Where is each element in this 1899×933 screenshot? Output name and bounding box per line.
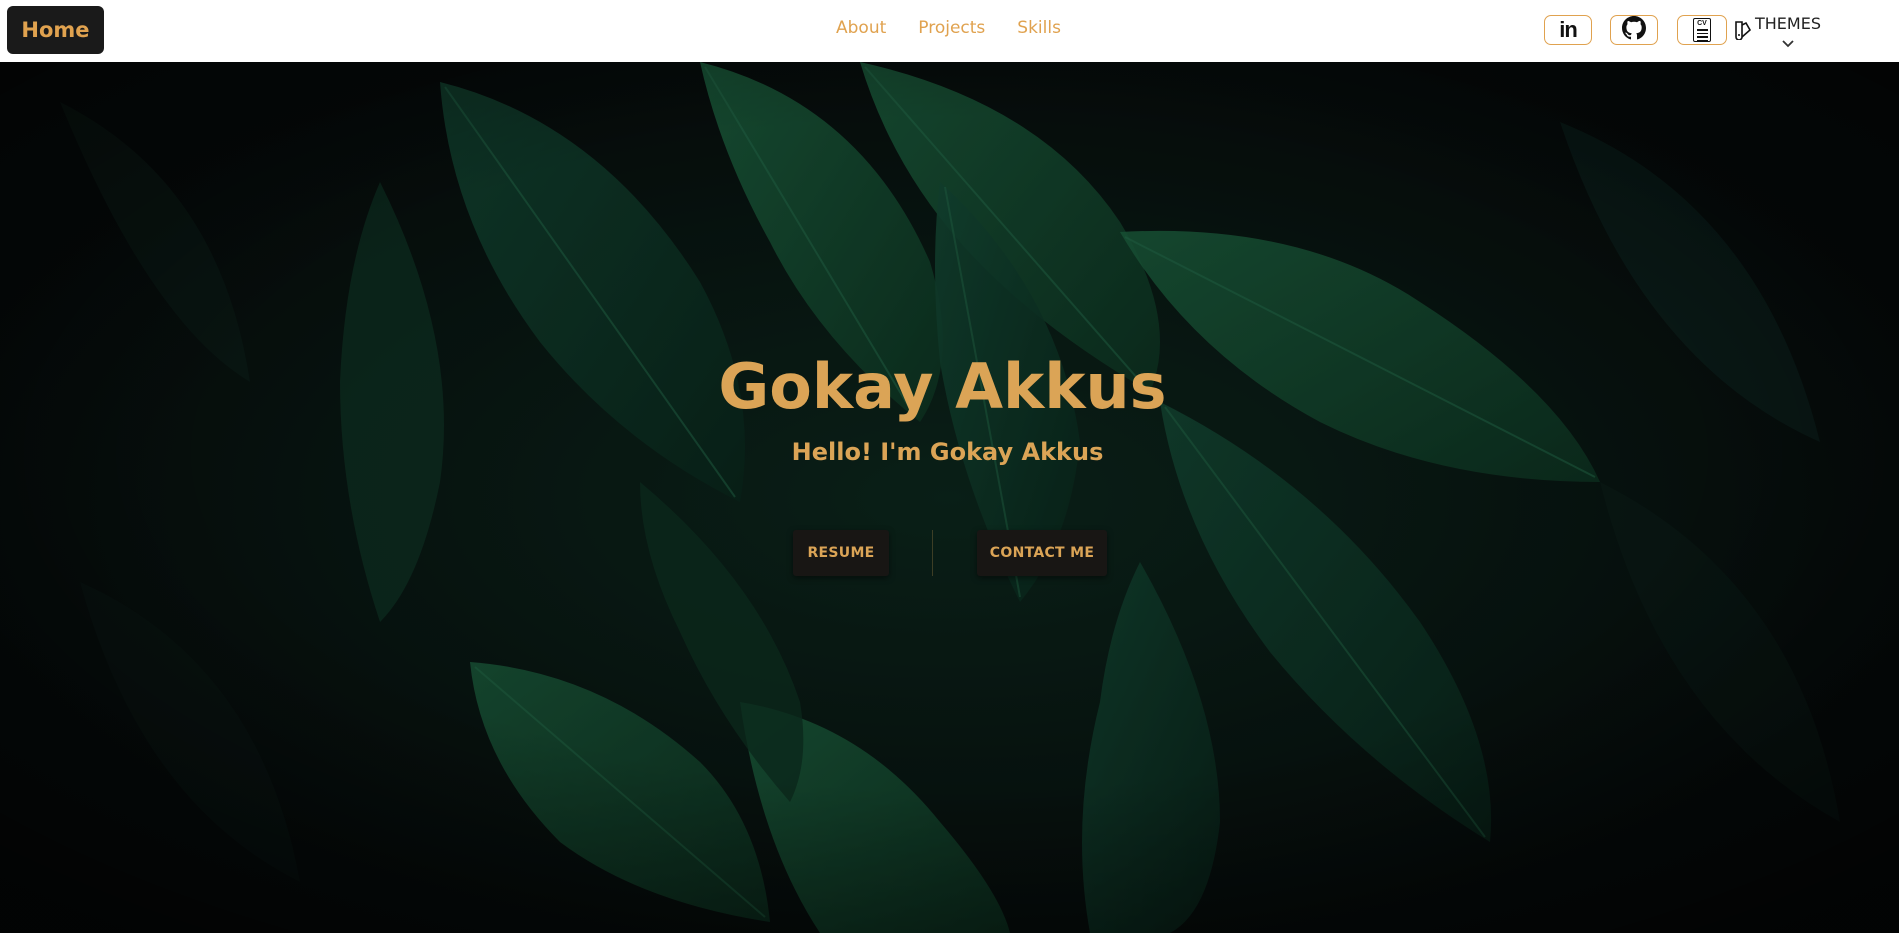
- nav-links: About Projects Skills: [836, 18, 1061, 38]
- hero-section: Gokay Akkus Hello! I'm Gokay Akkus RESUM…: [0, 62, 1899, 933]
- hero-subtitle: Hello! I'm Gokay Akkus: [791, 438, 1104, 466]
- button-divider: [932, 530, 933, 576]
- leaf-background-image: [0, 62, 1899, 933]
- home-button[interactable]: Home: [7, 6, 104, 54]
- cv-icon: CV: [1693, 18, 1711, 42]
- contact-me-button[interactable]: CONTACT ME: [977, 530, 1107, 576]
- nav-link-projects[interactable]: Projects: [918, 18, 985, 38]
- resume-button[interactable]: RESUME: [793, 530, 889, 576]
- palette-icon: [1733, 20, 1753, 44]
- linkedin-button[interactable]: in: [1544, 15, 1592, 45]
- github-icon: [1622, 16, 1646, 44]
- linkedin-icon: in: [1559, 17, 1578, 42]
- nav-link-about[interactable]: About: [836, 18, 886, 38]
- themes-dropdown[interactable]: THEMES: [1733, 15, 1821, 52]
- top-navbar: Home About Projects Skills in CV THEMES: [0, 0, 1899, 62]
- nav-link-skills[interactable]: Skills: [1017, 18, 1061, 38]
- github-button[interactable]: [1610, 15, 1658, 45]
- hero-title: Gokay Akkus: [718, 350, 1167, 423]
- cv-icon-label: CV: [1697, 20, 1707, 27]
- chevron-down-icon: [1781, 33, 1795, 52]
- cv-button[interactable]: CV: [1677, 15, 1727, 45]
- themes-label: THEMES: [1755, 14, 1821, 33]
